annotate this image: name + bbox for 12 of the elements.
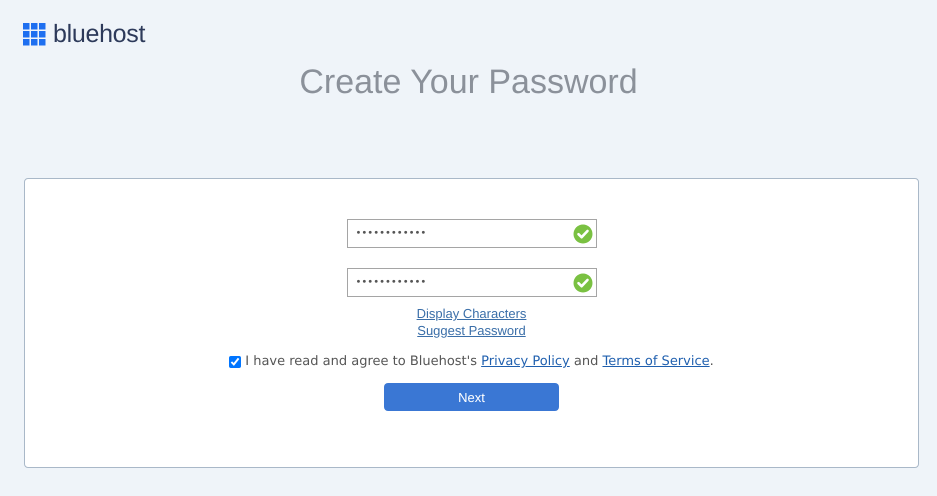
- link[interactable]: Display Characters: [416, 306, 526, 321]
- page-title: Create Your Password: [298, 63, 639, 102]
- logo-icon: [23, 22, 46, 46]
- next-button[interactable]: Next: [384, 383, 559, 411]
- password-field[interactable]: ••••••••••••: [346, 219, 596, 248]
- logo-text: bluehost: [53, 20, 146, 48]
- agreement-text: I have read and agree to Bluehost's Privacy Policy and Terms of Service.: [245, 354, 714, 369]
- agree-checkbox[interactable]: [229, 356, 242, 368]
- policy-link[interactable]: Privacy Policy: [481, 354, 570, 369]
- policy-link[interactable]: Terms of Service: [602, 354, 710, 369]
- password-field[interactable]: ••••••••••••: [346, 268, 596, 297]
- link[interactable]: Suggest Password: [417, 323, 526, 338]
